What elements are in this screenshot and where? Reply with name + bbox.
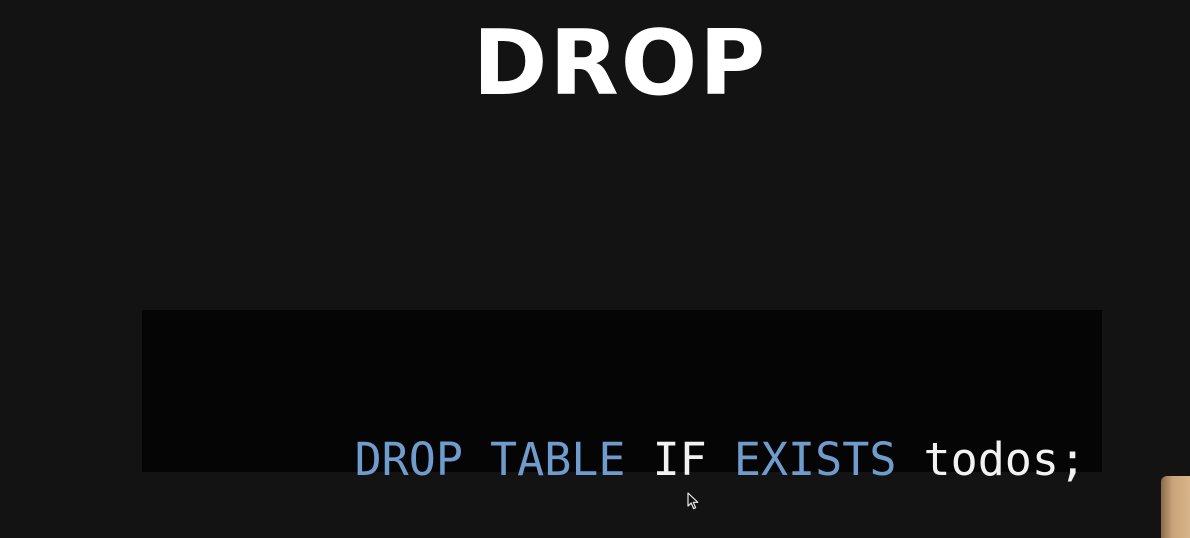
- code-keyword-drop: DROP: [354, 433, 463, 486]
- presentation-slide: DROP DROP TABLE IF EXISTS todos;: [0, 0, 1190, 538]
- mouse-pointer-icon: [687, 492, 699, 510]
- code-table-name: todos;: [923, 433, 1087, 486]
- code-keyword-exists: EXISTS: [733, 433, 897, 486]
- code-block: DROP TABLE IF EXISTS todos;: [142, 310, 1102, 486]
- code-keyword-table: TABLE: [490, 433, 626, 486]
- presenter-video-edge: [1161, 476, 1190, 538]
- code-keyword-if: IF: [652, 433, 707, 486]
- code-line: DROP TABLE IF EXISTS todos;: [192, 376, 1087, 538]
- slide-title: DROP: [472, 11, 768, 116]
